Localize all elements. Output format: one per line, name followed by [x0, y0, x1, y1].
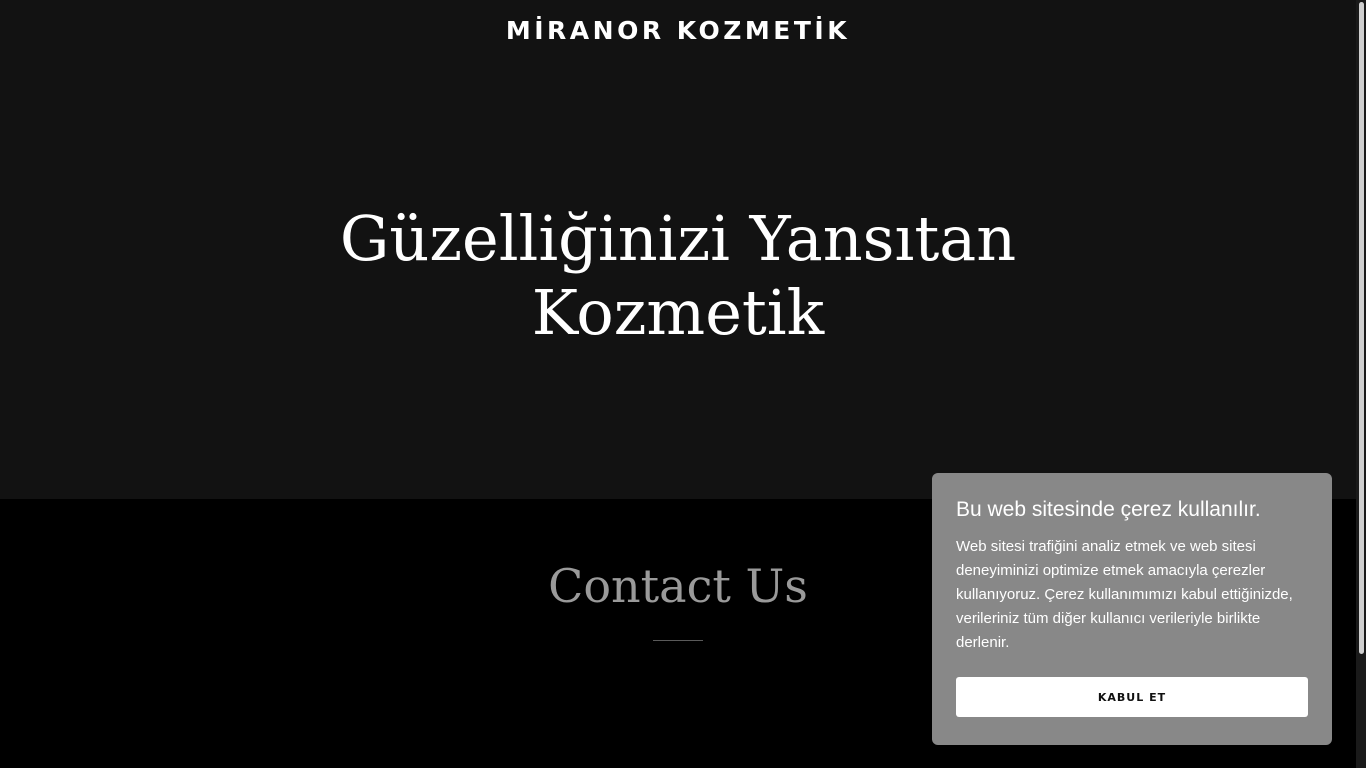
hero-title: Güzelliğinizi Yansıtan Kozmetik: [300, 202, 1056, 350]
hero-title-line-2: Kozmetik: [531, 276, 825, 349]
site-logo[interactable]: MİRANOR KOZMETİK: [0, 14, 1356, 48]
heading-divider: [653, 640, 703, 641]
page: MİRANOR KOZMETİK Güzelliğinizi Yansıtan …: [0, 0, 1366, 768]
accept-cookies-button[interactable]: KABUL ET: [956, 677, 1308, 717]
hero-section: MİRANOR KOZMETİK Güzelliğinizi Yansıtan …: [0, 0, 1356, 499]
cookie-banner-text: Web sitesi trafiğini analiz etmek ve web…: [956, 538, 1293, 651]
page-scrollbar[interactable]: [1356, 0, 1366, 768]
cookie-banner-title: Bu web sitesinde çerez kullanılır.: [956, 498, 1261, 521]
cookie-consent-banner: Bu web sitesinde çerez kullanılır. Web s…: [932, 473, 1332, 745]
hero-title-line-1: Güzelliğinizi Yansıtan: [339, 202, 1017, 275]
scrollbar-thumb[interactable]: [1359, 2, 1364, 654]
